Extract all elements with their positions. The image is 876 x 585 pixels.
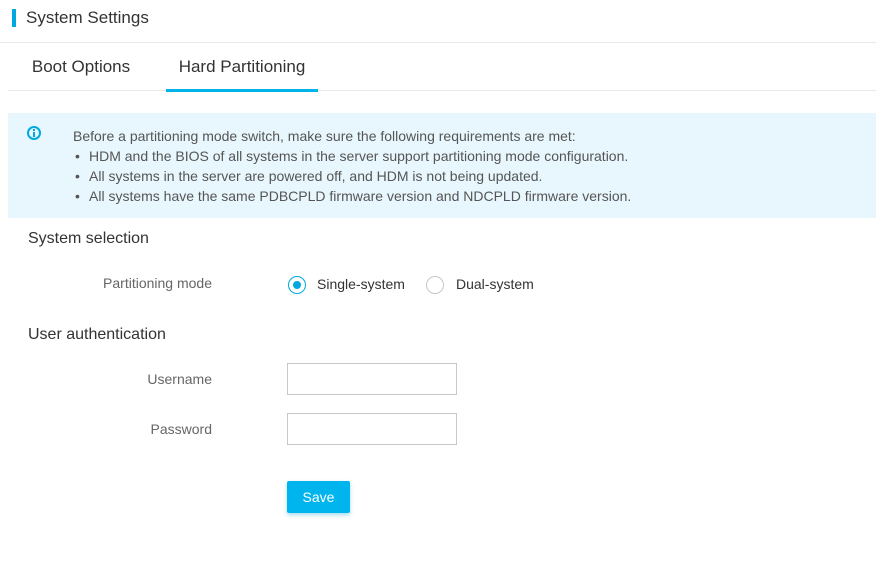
info-list-item: All systems in the server are powered of… [73,166,631,186]
single-system-label[interactable]: Single-system [317,276,405,292]
dual-system-label[interactable]: Dual-system [456,276,534,292]
save-button[interactable]: Save [287,481,350,513]
info-notice: Before a partitioning mode switch, make … [8,113,876,218]
dual-system-radio[interactable] [426,276,444,294]
page-title: System Settings [26,8,149,27]
info-list-item: All systems have the same PDBCPLD firmwa… [73,186,631,206]
username-label: Username [147,371,212,387]
tab-boot-options[interactable]: Boot Options [12,43,150,91]
info-text: Before a partitioning mode switch, make … [73,126,631,206]
info-list-item: HDM and the BIOS of all systems in the s… [73,146,631,166]
info-list: HDM and the BIOS of all systems in the s… [73,146,631,206]
password-input[interactable] [287,413,457,445]
partitioning-mode-label: Partitioning mode [103,275,212,291]
tab-bar: Boot Options Hard Partitioning [8,43,876,92]
tab-hard-partitioning[interactable]: Hard Partitioning [166,43,318,92]
title-accent-bar [12,9,16,27]
info-icon [27,126,41,140]
username-input[interactable] [287,363,457,395]
system-selection-title: System selection [28,230,149,247]
info-intro: Before a partitioning mode switch, make … [73,128,576,144]
user-authentication-title: User authentication [28,326,166,343]
page-header: System Settings [0,0,876,43]
single-system-radio[interactable] [288,276,306,294]
password-label: Password [150,421,212,437]
